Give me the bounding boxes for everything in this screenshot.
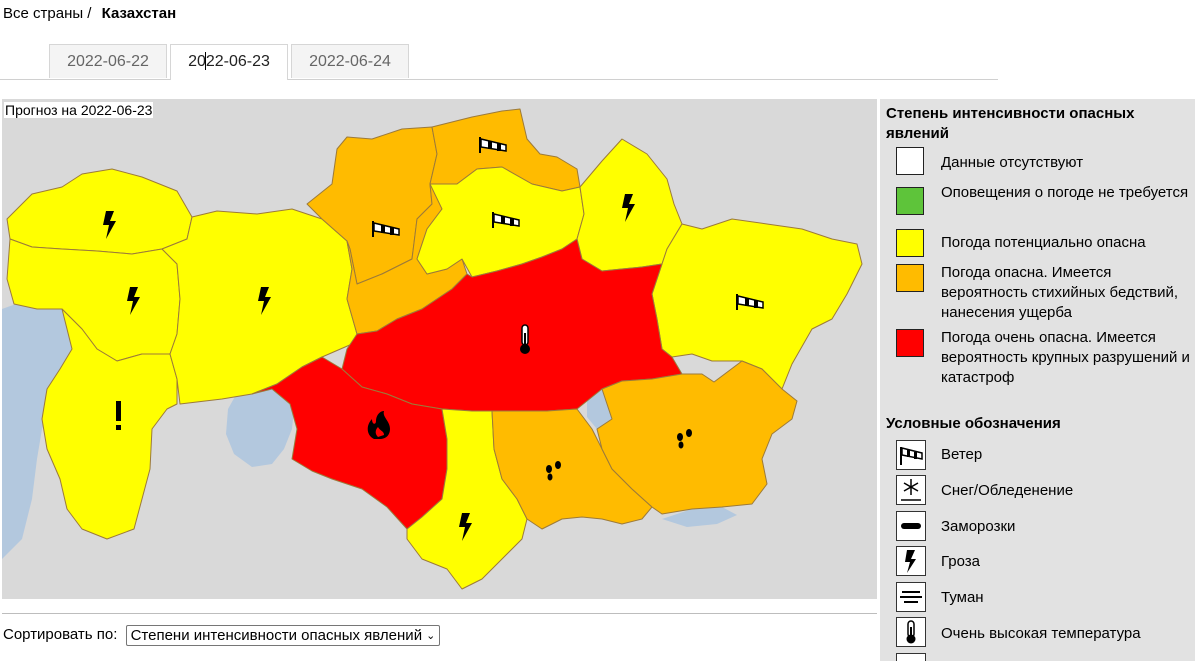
swatch-dangerous [896,264,924,292]
sort-label: Сортировать по: [3,626,118,644]
text-cursor [205,52,206,70]
legend-level-text: Погода очень опасна. Имеется вероятность… [941,329,1190,386]
legend-intensity-title: Степень интенсивности опасных явлений [886,105,1135,142]
tab-date-1[interactable]: 2022-06-22 [49,44,167,78]
chevron-down-icon: ⌄ [426,630,436,642]
wind-icon [896,440,926,470]
tab-date-3[interactable]: 2022-06-24 [291,44,409,78]
high-temperature-icon [520,324,530,354]
snow-ice-icon [896,475,926,505]
legend-level-text: Погода потенциально опасна [941,234,1146,251]
legend-symbol-text: Гроза [941,553,981,570]
legend-more-icon [896,653,926,661]
swatch-potentially-dangerous [896,229,924,257]
frost-icon [896,511,926,541]
exclamation-icon [116,401,121,421]
high-temperature-icon [896,617,926,647]
region-west-kazakhstan [6,168,193,255]
legend-symbols-title: Условные обозначения [886,415,1061,432]
legend-symbol-text: Очень высокая температура [941,625,1141,642]
legend-level-text: Данные отсутствуют [941,154,1084,171]
breadcrumb: Все страны / Казахстан [3,5,176,22]
divider [2,613,877,614]
legend-symbol-text: Снег/Обледенение [941,482,1074,499]
kazakhstan-map [2,108,863,590]
legend-symbol-text: Ветер [941,446,983,463]
swatch-no-warning [896,187,924,215]
sort-selected-value: Степени интенсивности опасных явлений [130,627,423,644]
swatch-very-dangerous [896,329,924,357]
forecast-label: Прогноз на 2022-06-23 [4,102,154,118]
legend-symbol-text: Туман [941,589,984,606]
thunderstorm-icon [896,546,926,576]
tab-date-2[interactable]: 2022-06-23 [170,44,288,80]
breadcrumb-current: Казахстан [101,5,177,22]
legend-level-text: Погода опасна. Имеется вероятность стихи… [941,264,1178,321]
breadcrumb-root-link[interactable]: Все страны / [3,5,91,22]
legend-level-text: Оповещения о погоде не требуется [941,184,1189,201]
legend-panel: Степень интенсивности опасных явлений Да… [880,99,1195,661]
forecast-map: Прогноз на 2022-06-23 [2,99,877,599]
legend-symbol-text: Заморозки [941,518,1016,535]
exclamation-icon-dot [116,425,121,430]
fog-icon [896,582,926,612]
sort-row: Сортировать по: Степени интенсивности оп… [3,625,441,646]
sort-select[interactable]: Степени интенсивности опасных явлений ⌄ [125,625,441,646]
swatch-no-data [896,147,924,175]
date-tabs: 2022-06-22 2022-06-23 2022-06-24 [0,44,998,80]
